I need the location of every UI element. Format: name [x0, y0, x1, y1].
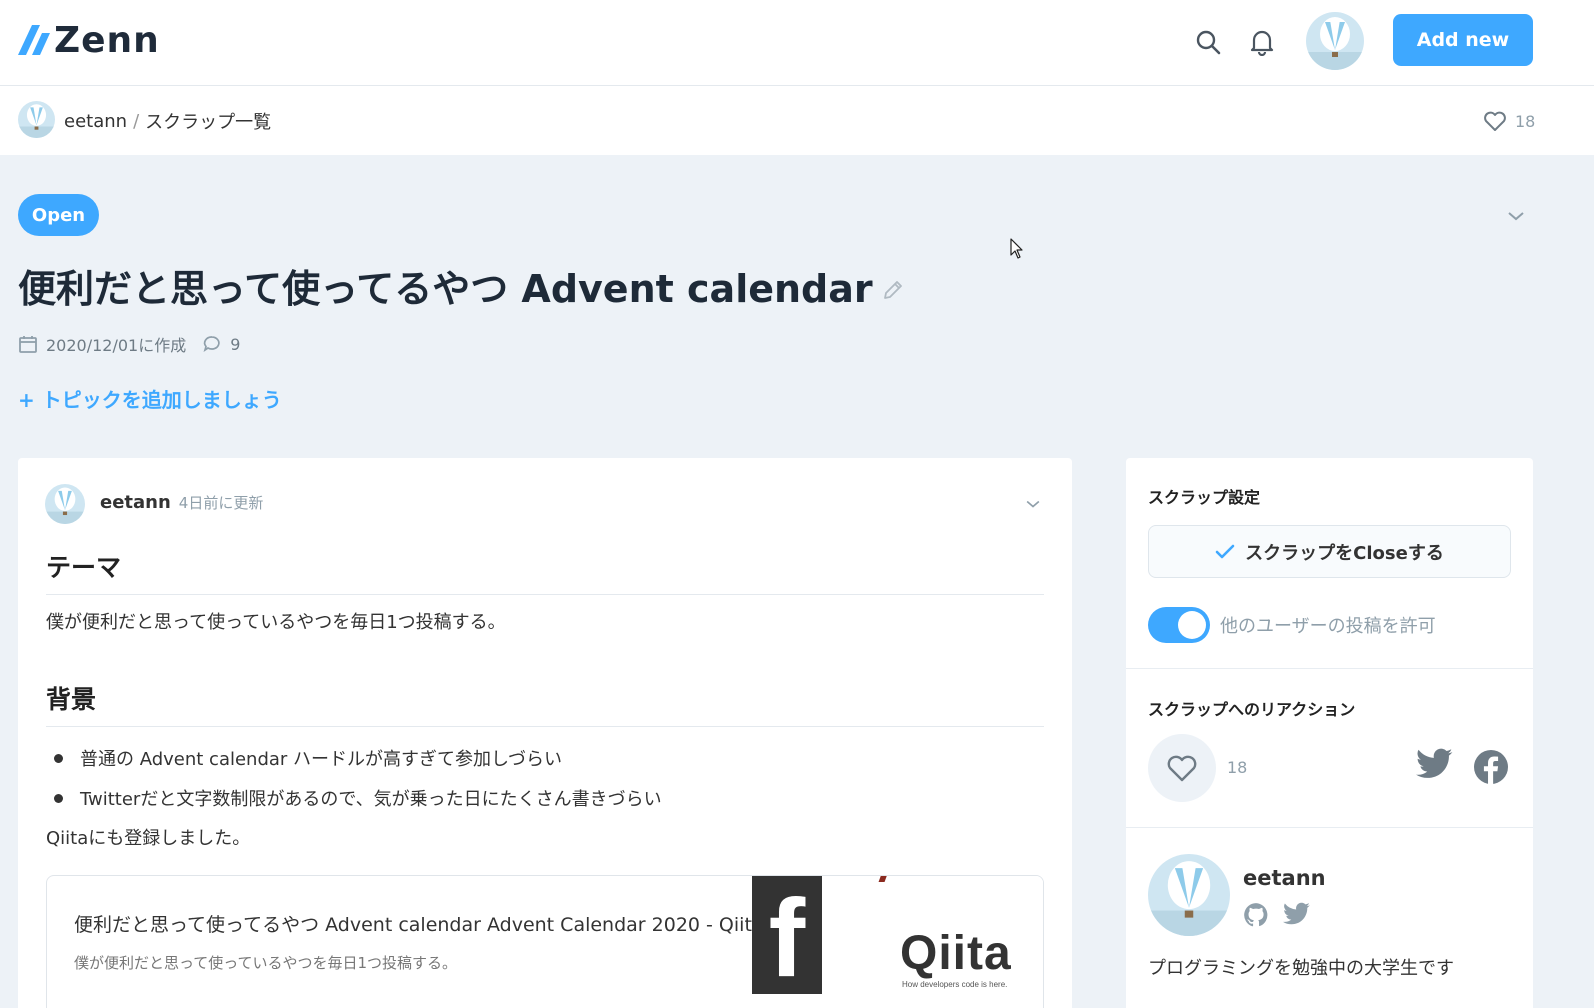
top-navbar: Zenn Add new [0, 0, 1594, 86]
balloon-avatar-icon [1148, 854, 1230, 936]
user-avatar[interactable] [1306, 12, 1364, 70]
background-list: 普通の Advent calendar ハードルが高すぎて参加しづらい Twit… [46, 738, 662, 818]
zenn-logo[interactable]: Zenn [18, 19, 160, 61]
page-title: 便利だと思って使ってるやつ Advent calendar [18, 258, 905, 313]
comment-count: 9 [230, 334, 241, 354]
heart-icon [1167, 755, 1197, 782]
profile-name[interactable]: eetann [1243, 866, 1326, 890]
balloon-avatar-icon [18, 101, 55, 138]
qiita-logo: Qiita [900, 927, 1012, 980]
post-author: eetann 4日前に更新 [100, 492, 263, 513]
like-count: 18 [1227, 758, 1248, 777]
title-text: 便利だと思って使ってるやつ Advent calendar [18, 267, 873, 311]
search-icon[interactable] [1190, 24, 1226, 60]
balloon-avatar-icon [45, 484, 85, 524]
reaction-title: スクラップへのリアクション [1148, 700, 1356, 719]
allow-others-label: 他のユーザーの投稿を許可 [1220, 616, 1436, 637]
post-updated-time: 4日前に更新 [178, 494, 264, 512]
link-card-thumbnail: f Qiita How developers code is here. [752, 876, 1043, 1008]
profile-links [1243, 902, 1311, 932]
breadcrumb-bar: eetann / スクラップ一覧 18 [0, 86, 1594, 155]
breadcrumb-user-link[interactable]: eetann [64, 111, 127, 132]
twitter-icon[interactable] [1283, 902, 1311, 932]
divider [1126, 827, 1533, 828]
qiita-paragraph: Qiitaにも登録しました。 [46, 828, 251, 849]
facebook-logo-icon: f [752, 876, 822, 1000]
breadcrumb: eetann / スクラップ一覧 [64, 108, 271, 134]
allow-others-toggle[interactable] [1148, 607, 1210, 643]
scrap-meta: 2020/12/01に作成 9 [18, 332, 240, 356]
logo-text: Zenn [54, 19, 160, 61]
like-button[interactable] [1148, 734, 1216, 802]
like-count: 18 [1515, 111, 1536, 131]
comment-icon [203, 336, 220, 352]
facebook-share-icon[interactable] [1474, 750, 1508, 788]
post-author-name[interactable]: eetann [100, 492, 171, 513]
list-item: 普通の Advent calendar ハードルが高すぎて参加しづらい [46, 738, 662, 778]
chevron-down-icon[interactable] [1504, 204, 1528, 232]
mouse-cursor-icon [1010, 238, 1024, 264]
github-icon[interactable] [1243, 902, 1269, 932]
profile-avatar[interactable] [1148, 854, 1230, 936]
author-avatar[interactable] [18, 101, 55, 138]
sidebar: スクラップ設定 スクラップをCloseする 他のユーザーの投稿を許可 スクラップ… [1126, 458, 1533, 1008]
link-card-description: 僕が便利だと思って使っているやつを毎日1つ投稿する。 [74, 954, 458, 972]
settings-title: スクラップ設定 [1148, 488, 1261, 507]
created-date: 2020/12/01に作成 [46, 336, 187, 355]
breadcrumb-separator: / [133, 110, 140, 132]
qiita-tagline: How developers code is here. [902, 980, 1008, 989]
add-new-button[interactable]: Add new [1393, 14, 1533, 66]
post-card: eetann 4日前に更新 テーマ 僕が便利だと思って使っているやつを毎日1つ投… [18, 458, 1072, 1008]
post-author-avatar[interactable] [45, 484, 85, 524]
twitter-share-icon[interactable] [1416, 748, 1454, 784]
check-icon [1215, 544, 1235, 558]
theme-paragraph: 僕が便利だと思って使っているやつを毎日1つ投稿する。 [46, 612, 506, 633]
add-topic-link[interactable]: + トピックを追加しましょう [18, 384, 282, 413]
facebook-logo-glyph: f [768, 877, 806, 1000]
divider [1126, 668, 1533, 669]
list-item: Twitterだと文字数制限があるので、気が乗った日にたくさん書きづらい [46, 778, 662, 818]
zenn-logo-mark-icon [18, 25, 50, 55]
close-scrap-button[interactable]: スクラップをCloseする [1148, 525, 1511, 578]
pencil-icon[interactable] [881, 267, 905, 311]
link-card[interactable]: 便利だと思って使ってるやつ Advent calendar Advent Cal… [46, 875, 1044, 1008]
balloon-avatar-icon [1306, 12, 1364, 70]
close-scrap-label: スクラップをCloseする [1245, 542, 1444, 564]
bell-icon[interactable] [1244, 24, 1280, 60]
link-card-title: 便利だと思って使ってるやつ Advent calendar Advent Cal… [74, 914, 764, 936]
post-menu-chevron-icon[interactable] [1023, 494, 1043, 518]
heading-background: 背景 [46, 680, 1044, 727]
heart-icon [1484, 111, 1506, 131]
profile-bio: プログラミングを勉強中の大学生です [1148, 958, 1454, 979]
like-button-top[interactable]: 18 [1483, 110, 1535, 132]
calendar-icon [19, 336, 37, 353]
status-badge: Open [18, 194, 99, 236]
breadcrumb-scrap-list-link[interactable]: スクラップ一覧 [145, 108, 271, 134]
heading-theme: テーマ [46, 548, 1044, 595]
decoration [878, 876, 888, 882]
